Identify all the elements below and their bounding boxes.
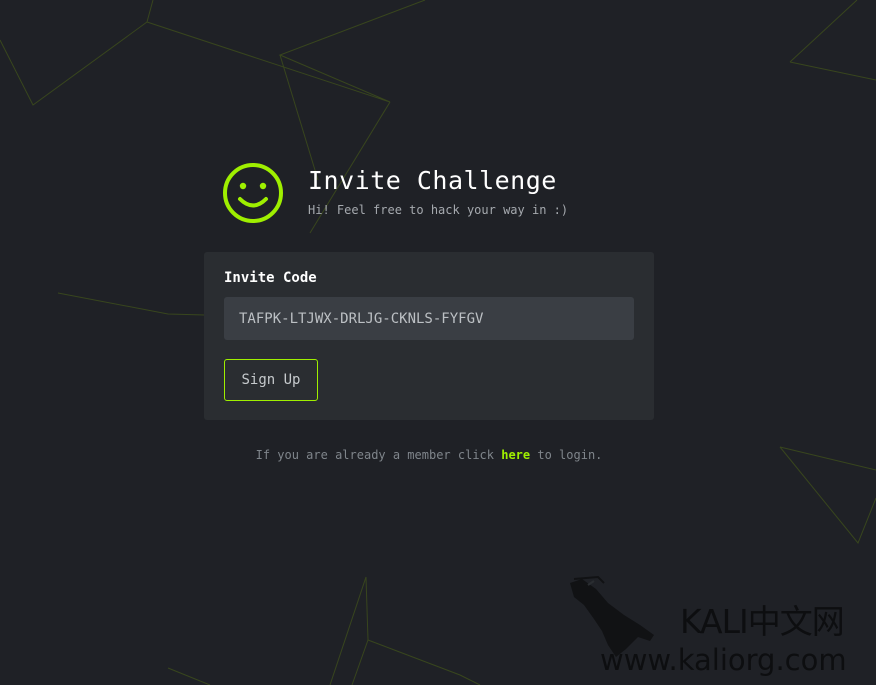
watermark: KALI中文网 www.kaliorg.com (568, 575, 868, 685)
invite-code-input[interactable] (224, 297, 634, 340)
invite-code-label: Invite Code (224, 270, 317, 286)
login-prompt: If you are already a member click here t… (0, 448, 858, 462)
login-prompt-suffix: to login. (530, 448, 603, 462)
title-block: Invite Challenge Hi! Feel free to hack y… (308, 164, 568, 217)
login-prompt-prefix: If you are already a member click (255, 448, 502, 462)
page-subtitle: Hi! Feel free to hack your way in :) (308, 203, 569, 217)
smiley-icon (223, 163, 283, 223)
login-link[interactable]: here (501, 448, 530, 462)
page-title: Invite Challenge (308, 166, 557, 195)
invite-card: Invite Code Sign Up (204, 252, 654, 420)
watermark-name: KALI中文网 (680, 602, 845, 641)
signup-button[interactable]: Sign Up (224, 359, 318, 401)
page-header: Invite Challenge Hi! Feel free to hack y… (222, 162, 568, 224)
watermark-url: www.kaliorg.com (600, 643, 847, 677)
